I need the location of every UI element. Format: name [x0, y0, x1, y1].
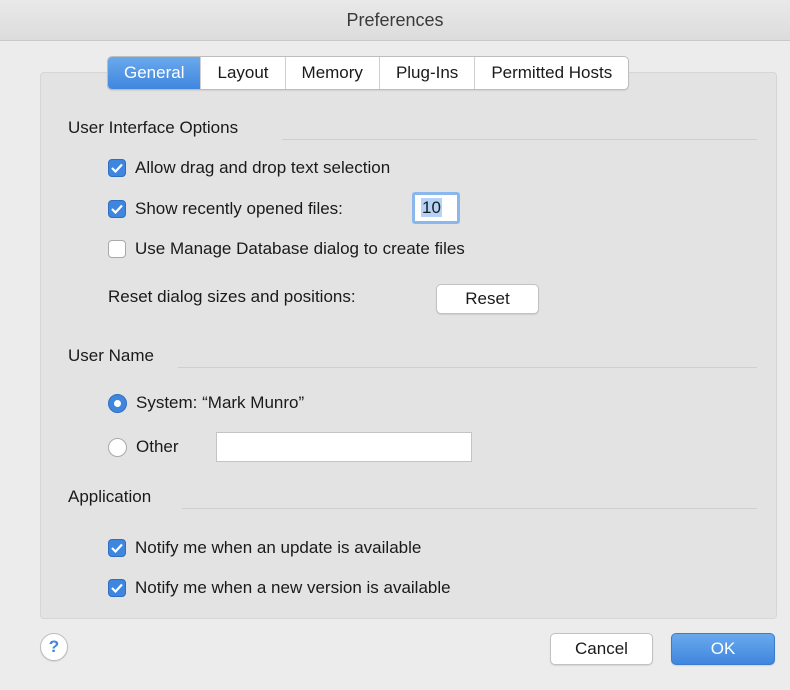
tab-plug-ins[interactable]: Plug-Ins: [378, 57, 474, 89]
tab-bar: General Layout Memory Plug-Ins Permitted…: [107, 56, 630, 90]
window-title: Preferences: [0, 0, 790, 41]
manage-database-option[interactable]: Use Manage Database dialog to create fil…: [108, 239, 465, 259]
system-user-label: System: “Mark Munro”: [136, 393, 305, 412]
section-heading-application: Application: [68, 487, 152, 506]
checkbox-checked-icon[interactable]: [108, 200, 126, 218]
tab-permitted-hosts[interactable]: Permitted Hosts: [474, 57, 628, 89]
reset-dialog-label: Reset dialog sizes and positions:: [108, 287, 356, 306]
checkbox-checked-icon[interactable]: [108, 579, 126, 597]
tab-memory[interactable]: Memory: [284, 57, 379, 89]
radio-unselected-icon[interactable]: [108, 437, 127, 457]
divider: [178, 367, 757, 368]
ok-button[interactable]: OK: [671, 633, 775, 665]
other-user-label: Other: [136, 437, 179, 456]
notify-version-label: Notify me when a new version is availabl…: [135, 578, 451, 597]
section-heading-ui-options: User Interface Options: [68, 118, 239, 137]
divider: [282, 139, 757, 140]
manage-database-label: Use Manage Database dialog to create fil…: [135, 239, 465, 258]
cancel-button[interactable]: Cancel: [550, 633, 653, 665]
notify-version-option[interactable]: Notify me when a new version is availabl…: [108, 578, 451, 598]
recent-files-option[interactable]: Show recently opened files:: [108, 199, 343, 219]
radio-selected-icon[interactable]: [108, 393, 127, 413]
drag-drop-option[interactable]: Allow drag and drop text selection: [108, 158, 390, 178]
notify-update-option[interactable]: Notify me when an update is available: [108, 538, 421, 558]
checkbox-checked-icon[interactable]: [108, 539, 126, 557]
checkbox-unchecked-icon[interactable]: [108, 240, 126, 258]
system-user-option[interactable]: System: “Mark Munro”: [108, 393, 304, 413]
other-user-name-input[interactable]: [216, 432, 472, 462]
help-icon[interactable]: ?: [40, 633, 68, 661]
tab-general[interactable]: General: [108, 57, 201, 89]
drag-drop-label: Allow drag and drop text selection: [135, 158, 391, 177]
checkbox-checked-icon[interactable]: [108, 159, 126, 177]
recent-files-count-value: 10: [421, 198, 442, 217]
notify-update-label: Notify me when an update is available: [135, 538, 422, 557]
other-user-option[interactable]: Other: [108, 437, 179, 457]
section-heading-user-name: User Name: [68, 346, 154, 365]
tab-layout[interactable]: Layout: [200, 57, 284, 89]
recent-files-label: Show recently opened files:: [135, 199, 343, 218]
divider: [182, 508, 757, 509]
reset-button[interactable]: Reset: [436, 284, 539, 314]
recent-files-count-input[interactable]: 10: [412, 192, 460, 224]
